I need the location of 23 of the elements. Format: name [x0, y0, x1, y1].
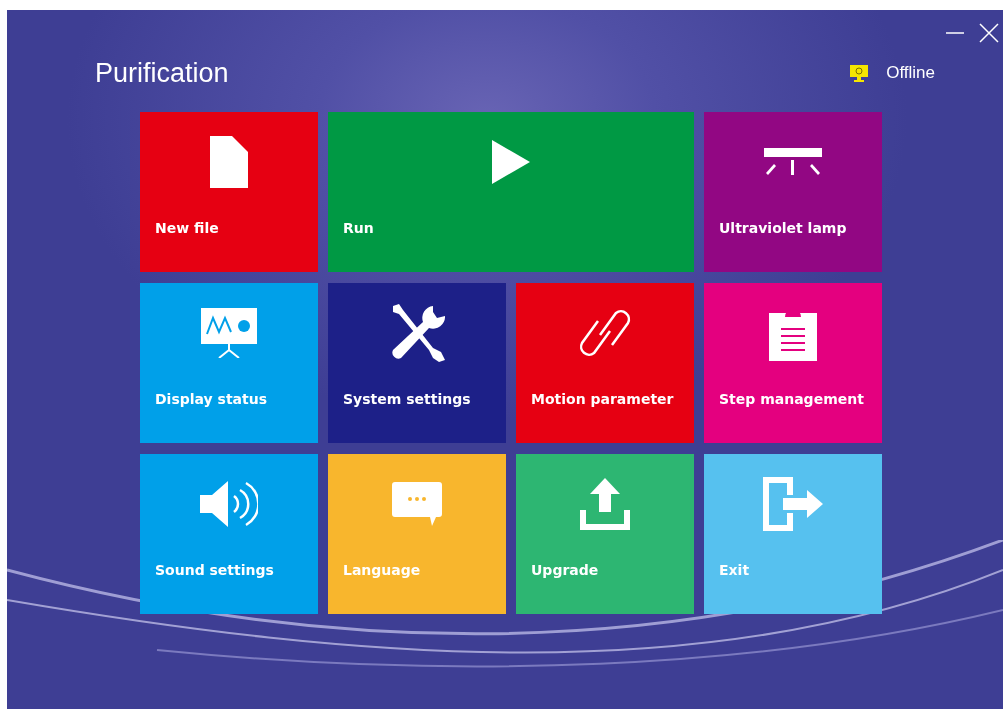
play-icon [492, 140, 530, 184]
window-title: Purification [95, 57, 229, 89]
close-button[interactable] [979, 23, 999, 43]
menu-tile[interactable]: Exit [704, 454, 882, 614]
menu-tile[interactable]: Ultraviolet lamp [704, 112, 882, 272]
menu-tile[interactable]: Motion parameter [516, 283, 694, 443]
presentation-board-icon [201, 308, 257, 358]
menu-tile[interactable]: Step management [704, 283, 882, 443]
connection-status: Offline [886, 63, 935, 83]
menu-tile[interactable]: Run [328, 112, 694, 272]
tools-icon [389, 304, 445, 362]
menu-tile[interactable]: Upgrade [516, 454, 694, 614]
lamp-icon [764, 147, 822, 177]
menu-tile[interactable]: Display status [140, 283, 318, 443]
speaker-icon [200, 479, 258, 529]
exit-icon [763, 477, 823, 531]
menu-tile[interactable]: New file [140, 112, 318, 272]
menu-tile[interactable]: System settings [328, 283, 506, 443]
upload-icon [580, 478, 630, 530]
menu-tile[interactable]: Sound settings [140, 454, 318, 614]
speech-bubble-icon [392, 482, 442, 526]
monitor-icon [849, 64, 870, 82]
file-icon [210, 136, 248, 188]
